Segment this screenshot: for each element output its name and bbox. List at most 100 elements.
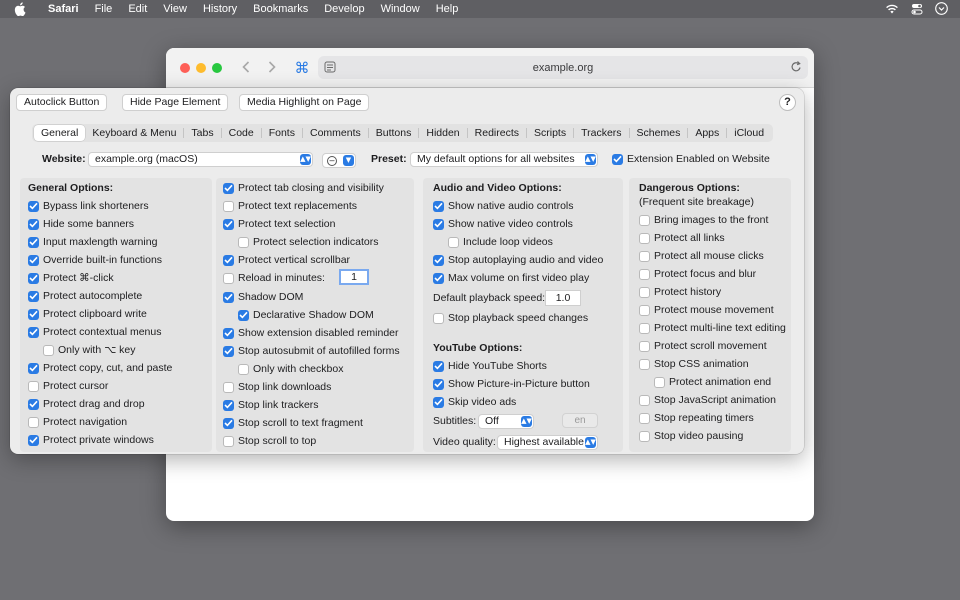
- media-highlight-button[interactable]: Media Highlight on Page: [239, 94, 370, 111]
- tab-trackers[interactable]: Trackers: [574, 125, 628, 141]
- menu-edit[interactable]: Edit: [120, 0, 155, 18]
- stop-scroll-to-top-checkbox[interactable]: [223, 435, 234, 447]
- bypass-link-shorteners-row[interactable]: Bypass link shorteners: [28, 199, 149, 213]
- skip-video-ads-row[interactable]: Skip video ads: [433, 395, 516, 409]
- tab-redirects[interactable]: Redirects: [468, 125, 526, 141]
- protect-click-checkbox[interactable]: [28, 272, 39, 284]
- protect-history-checkbox[interactable]: [639, 286, 650, 298]
- forward-chevron-icon[interactable]: [264, 59, 280, 75]
- shadow-dom-row[interactable]: Shadow DOM: [223, 290, 303, 304]
- shadow-dom-checkbox[interactable]: [223, 291, 234, 303]
- protect-selection-indicators-row[interactable]: Protect selection indicators: [238, 235, 378, 249]
- protect-clipboard-write-checkbox[interactable]: [28, 308, 39, 320]
- reload-minutes-input[interactable]: 1: [339, 269, 369, 285]
- protect-history-row[interactable]: Protect history: [639, 285, 721, 299]
- stop-repeating-timers-checkbox[interactable]: [639, 412, 650, 424]
- protect-mouse-movement-checkbox[interactable]: [639, 304, 650, 316]
- tab-buttons[interactable]: Buttons: [369, 125, 419, 141]
- tab-hidden[interactable]: Hidden: [419, 125, 466, 141]
- tab-fonts[interactable]: Fonts: [262, 125, 302, 141]
- menu-bookmarks[interactable]: Bookmarks: [245, 0, 316, 18]
- hide-youtube-shorts-row[interactable]: Hide YouTube Shorts: [433, 359, 547, 373]
- show-native-audio-controls-row[interactable]: Show native audio controls: [433, 199, 574, 213]
- extension-command-icon[interactable]: ⌘: [292, 58, 312, 78]
- extension-enabled-checkbox-row[interactable]: Extension Enabled on Website: [612, 152, 770, 166]
- apple-icon[interactable]: [14, 2, 28, 16]
- show-native-video-controls-checkbox[interactable]: [433, 218, 444, 230]
- input-maxlength-warning-checkbox[interactable]: [28, 236, 39, 248]
- protect-scroll-movement-checkbox[interactable]: [639, 340, 650, 352]
- protect-private-windows-checkbox[interactable]: [28, 434, 39, 446]
- page-menu-icon[interactable]: [324, 61, 336, 76]
- user-icon[interactable]: [935, 2, 948, 15]
- tab-comments[interactable]: Comments: [303, 125, 368, 141]
- tab-general[interactable]: General: [34, 125, 86, 141]
- reload-in-minutes-checkbox[interactable]: [223, 272, 234, 284]
- protect-vertical-scrollbar-checkbox[interactable]: [223, 254, 234, 266]
- include-loop-videos-row[interactable]: Include loop videos: [448, 235, 553, 249]
- subtitles-language-field[interactable]: en: [562, 413, 598, 428]
- stop-css-animation-row[interactable]: Stop CSS animation: [639, 357, 749, 371]
- tab-schemes[interactable]: Schemes: [630, 125, 688, 141]
- stop-link-trackers-checkbox[interactable]: [223, 399, 234, 411]
- protect-text-replacements-row[interactable]: Protect text replacements: [223, 199, 357, 213]
- control-center-icon[interactable]: [911, 3, 923, 15]
- protect-contextual-menus-row[interactable]: Protect contextual menus: [28, 325, 161, 339]
- protect-autocomplete-checkbox[interactable]: [28, 290, 39, 302]
- show-picture-in-picture-button-row[interactable]: Show Picture-in-Picture button: [433, 377, 590, 391]
- stop-link-downloads-checkbox[interactable]: [223, 381, 234, 393]
- input-maxlength-warning-row[interactable]: Input maxlength warning: [28, 235, 157, 249]
- minimize-window-button[interactable]: [196, 63, 206, 73]
- help-button[interactable]: ?: [779, 94, 796, 111]
- tab-icloud[interactable]: iCloud: [727, 125, 771, 141]
- tab-scripts[interactable]: Scripts: [527, 125, 573, 141]
- protect-all-links-row[interactable]: Protect all links: [639, 231, 725, 245]
- protect-focus-and-blur-row[interactable]: Protect focus and blur: [639, 267, 756, 281]
- max-volume-on-first-video-play-row[interactable]: Max volume on first video play: [433, 271, 589, 285]
- stop-scroll-to-text-fragment-row[interactable]: Stop scroll to text fragment: [223, 416, 363, 430]
- reload-icon[interactable]: [790, 60, 802, 76]
- playback-speed-input[interactable]: 1.0: [545, 290, 581, 306]
- stop-autoplaying-audio-and-video-checkbox[interactable]: [433, 254, 444, 266]
- protect-private-windows-row[interactable]: Protect private windows: [28, 433, 154, 447]
- protect-all-links-checkbox[interactable]: [639, 232, 650, 244]
- show-native-audio-controls-checkbox[interactable]: [433, 200, 444, 212]
- protect-scroll-movement-row[interactable]: Protect scroll movement: [639, 339, 767, 353]
- protect-mouse-movement-row[interactable]: Protect mouse movement: [639, 303, 774, 317]
- menu-app-safari[interactable]: Safari: [40, 0, 87, 18]
- menu-develop[interactable]: Develop: [316, 0, 372, 18]
- protect-click-row[interactable]: Protect ⌘-click: [28, 271, 114, 285]
- only-with-checkbox-checkbox[interactable]: [238, 363, 249, 375]
- stop-scroll-to-top-row[interactable]: Stop scroll to top: [223, 434, 316, 448]
- declarative-shadow-dom-row[interactable]: Declarative Shadow DOM: [238, 308, 374, 322]
- skip-video-ads-checkbox[interactable]: [433, 396, 444, 408]
- wifi-icon[interactable]: [885, 3, 899, 14]
- stop-video-pausing-checkbox[interactable]: [639, 430, 650, 442]
- max-volume-on-first-video-play-checkbox[interactable]: [433, 272, 444, 284]
- protect-selection-indicators-checkbox[interactable]: [238, 236, 249, 248]
- menu-view[interactable]: View: [155, 0, 195, 18]
- protect-autocomplete-row[interactable]: Protect autocomplete: [28, 289, 142, 303]
- protect-all-mouse-clicks-row[interactable]: Protect all mouse clicks: [639, 249, 764, 263]
- stop-autosubmit-of-autofilled-forms-row[interactable]: Stop autosubmit of autofilled forms: [223, 344, 400, 358]
- stop-javascript-animation-row[interactable]: Stop JavaScript animation: [639, 393, 776, 407]
- protect-text-selection-checkbox[interactable]: [223, 218, 234, 230]
- show-extension-disabled-reminder-checkbox[interactable]: [223, 327, 234, 339]
- stop-scroll-to-text-fragment-checkbox[interactable]: [223, 417, 234, 429]
- menu-file[interactable]: File: [87, 0, 121, 18]
- stop-speed-changes-row[interactable]: Stop playback speed changes: [433, 311, 588, 325]
- close-window-button[interactable]: [180, 63, 190, 73]
- stop-javascript-animation-checkbox[interactable]: [639, 394, 650, 406]
- reload-in-minutes-row[interactable]: Reload in minutes:: [223, 271, 325, 285]
- tab-apps[interactable]: Apps: [688, 125, 726, 141]
- protect-multi-line-text-editing-checkbox[interactable]: [639, 322, 650, 334]
- protect-contextual-menus-checkbox[interactable]: [28, 326, 39, 338]
- protect-navigation-checkbox[interactable]: [28, 416, 39, 428]
- only-with-key-checkbox[interactable]: [43, 344, 54, 356]
- remove-website-button[interactable]: – ▼: [322, 153, 356, 168]
- only-with-key-row[interactable]: Only with ⌥ key: [43, 343, 135, 357]
- protect-multi-line-text-editing-row[interactable]: Protect multi-line text editing: [639, 321, 786, 335]
- protect-animation-end-checkbox[interactable]: [654, 376, 665, 388]
- only-with-checkbox-row[interactable]: Only with checkbox: [238, 362, 343, 376]
- preset-select[interactable]: My default options for all websites ▲▼: [410, 152, 598, 167]
